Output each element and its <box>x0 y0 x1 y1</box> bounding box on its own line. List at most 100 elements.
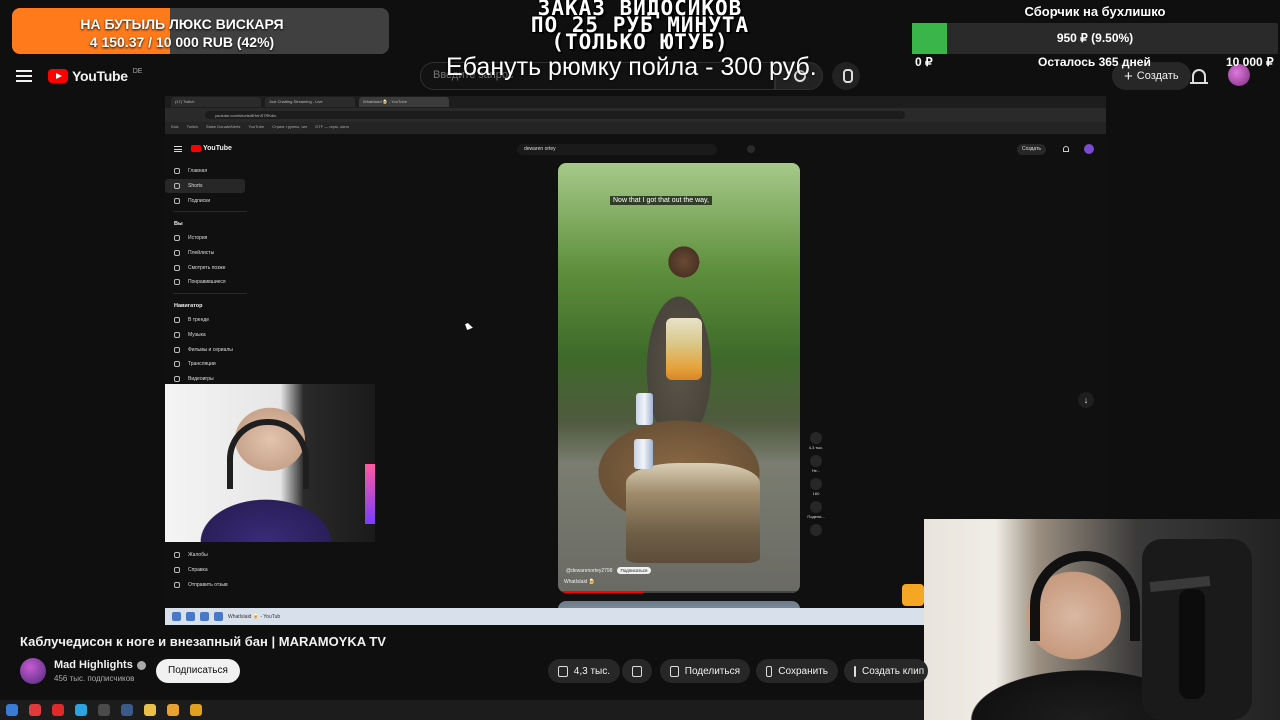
inner-bookmarks-bar: Kick Twitch Stake DonateAlerts YouTube С… <box>165 122 1106 134</box>
comment-icon <box>810 478 822 490</box>
inner-sidebar-item[interactable]: Плейлисты <box>165 246 255 261</box>
short-comments-button[interactable]: 160 <box>810 478 822 496</box>
inner-sidebar-item[interactable]: Понравившиеся <box>165 275 255 290</box>
share-label: Поделиться <box>684 665 740 677</box>
microphone-icon <box>1179 589 1205 699</box>
clip-button[interactable]: Создать клип <box>844 659 928 683</box>
inner-sidebar-label: История <box>188 235 208 242</box>
subscribe-button[interactable]: Подписаться <box>156 659 240 683</box>
inner-app-icon[interactable] <box>200 612 209 621</box>
short-dislike-button[interactable]: Не... <box>810 455 822 473</box>
inner-browser-tabs: (17) Twitch Just Chatting Streaming - Li… <box>165 96 1106 108</box>
save-label: Сохранить <box>778 665 828 677</box>
scroll-down-button[interactable]: ↓ <box>1078 392 1094 408</box>
short-channel-name[interactable]: @dewarenortey2798 <box>566 568 613 574</box>
bookmark[interactable]: Stake DonateAlerts <box>206 124 240 132</box>
inner-sidebar-footer: Жалобы Справка Отправить отзыв <box>165 548 255 592</box>
inner-sidebar-item[interactable]: Фильмы и сериалы <box>165 342 255 357</box>
inner-sidebar-label: Трансляции <box>188 361 216 368</box>
share-button[interactable]: Поделиться <box>660 659 750 683</box>
inner-taskbar-app[interactable]: WhatIslaid 🍺 - YouTub <box>228 614 280 620</box>
inner-app-icon[interactable] <box>214 612 223 621</box>
inner-sidebar-item[interactable]: Трансляции <box>165 357 255 372</box>
inner-sidebar-item[interactable]: Справка <box>165 563 255 578</box>
inner-address-bar: youtube.com/shorts/8HnhS7RKdtc <box>165 108 1106 122</box>
folder-icon[interactable] <box>144 704 156 716</box>
bookmark[interactable]: DTF — игры, кино <box>315 124 348 132</box>
mouse-cursor-icon <box>465 322 473 330</box>
windows-icon[interactable] <box>6 704 18 716</box>
inner-mic-icon[interactable] <box>747 145 755 153</box>
channel-avatar[interactable] <box>20 658 46 684</box>
opera-icon[interactable] <box>52 704 64 716</box>
inner-sidebar-label: Фильмы и сериалы <box>188 346 233 353</box>
short-video[interactable]: Now that I got that out the way, @deware… <box>558 163 800 593</box>
dislike-button[interactable] <box>622 659 652 683</box>
inner-app-icon[interactable] <box>186 612 195 621</box>
inner-create-button[interactable]: Создать <box>1017 144 1047 155</box>
subscriber-count: 456 тыс. подписчиков <box>54 674 135 683</box>
bookmark[interactable]: Kick <box>171 124 179 132</box>
channel-name-row[interactable]: Mad Highlights <box>54 659 146 671</box>
inner-sidebar-item[interactable]: Музыка <box>165 328 255 343</box>
dislike-icon <box>810 455 822 467</box>
bookmark[interactable]: Стрим: группы, чат <box>272 124 307 132</box>
divider <box>173 211 247 213</box>
bookmark[interactable]: Twitch <box>187 124 198 132</box>
inner-avatar[interactable] <box>1084 144 1094 154</box>
more-icon <box>810 524 822 536</box>
channel-name[interactable]: Mad Highlights <box>54 659 133 671</box>
inner-sidebar-item[interactable]: Подписки <box>165 193 255 208</box>
menu-icon[interactable] <box>16 70 32 82</box>
booze-goal-widget: Сборчик на бухлишко 950 ₽ (9.50%) 0 ₽ Ос… <box>910 0 1280 72</box>
steam-icon[interactable] <box>121 704 133 716</box>
short-subscribe-button[interactable]: Подписаться <box>616 567 652 574</box>
windows-taskbar <box>0 700 924 720</box>
inner-bell-icon[interactable] <box>1063 146 1069 152</box>
inner-youtube-logo[interactable]: YouTube <box>191 145 232 152</box>
telegram-icon[interactable] <box>75 704 87 716</box>
thumbs-up-icon <box>558 665 568 677</box>
inner-search-input[interactable]: dewaren ortey <box>517 144 717 155</box>
winamp-icon[interactable] <box>167 704 179 716</box>
inner-tab[interactable]: (17) Twitch <box>171 97 261 107</box>
obs-icon[interactable] <box>98 704 110 716</box>
inner-sidebar-heading[interactable]: Вы <box>165 215 255 231</box>
inner-sidebar-item[interactable]: Смотреть позже <box>165 260 255 275</box>
bookmark[interactable]: YouTube <box>248 124 264 132</box>
inner-sidebar-item[interactable]: Главная <box>165 164 255 179</box>
help-icon <box>174 567 180 574</box>
flag-icon <box>174 552 180 559</box>
booze-goal-track: 950 ₽ (9.50%) <box>912 23 1278 54</box>
chrome-icon[interactable] <box>190 704 202 716</box>
verified-icon <box>136 660 146 670</box>
short-progress-bar[interactable] <box>558 591 800 593</box>
inner-play-icon <box>191 145 201 152</box>
video-title: Каблучедисон к ноге и внезапный бан | MA… <box>20 634 386 649</box>
inner-tab-active[interactable]: WhatIslaid 🍺 - YouTube <box>359 97 449 107</box>
inner-url[interactable]: youtube.com/shorts/8HnhS7RKdtc <box>205 111 905 119</box>
inner-sidebar-item[interactable]: История <box>165 231 255 246</box>
booze-goal-days-left: Осталось 365 дней <box>1038 55 1151 69</box>
inner-start-icon[interactable] <box>172 612 181 621</box>
inner-menu-icon[interactable] <box>174 146 182 152</box>
short-like-button[interactable]: 4,3 тыс. <box>808 432 824 450</box>
short-like-count: 4,3 тыс. <box>808 445 824 450</box>
short-share-button[interactable]: Подели... <box>807 501 825 519</box>
voice-search-button[interactable] <box>832 62 860 90</box>
thumbs-down-icon <box>632 665 642 677</box>
inner-sidebar-item[interactable]: Отправить отзыв <box>165 577 255 592</box>
youtube-logo[interactable]: YouTube DE <box>48 68 142 84</box>
inner-sidebar-item[interactable]: В тренде <box>165 313 255 328</box>
logo-text: YouTube <box>72 68 128 84</box>
inner-sidebar-item[interactable]: Жалобы <box>165 548 255 563</box>
inner-sidebar-item-active[interactable]: Shorts <box>165 178 245 194</box>
short-more-button[interactable] <box>810 524 822 536</box>
yandex-icon[interactable] <box>29 704 41 716</box>
short-title: WhatIslaid 🍺 <box>564 579 595 585</box>
like-button[interactable]: 4,3 тыс. <box>548 659 620 683</box>
inner-sidebar-label: Справка <box>188 567 208 574</box>
inner-tab[interactable]: Just Chatting Streaming - Live <box>265 97 355 107</box>
save-button[interactable]: Сохранить <box>756 659 838 683</box>
short-caption: Now that I got that out the way, <box>610 196 712 205</box>
